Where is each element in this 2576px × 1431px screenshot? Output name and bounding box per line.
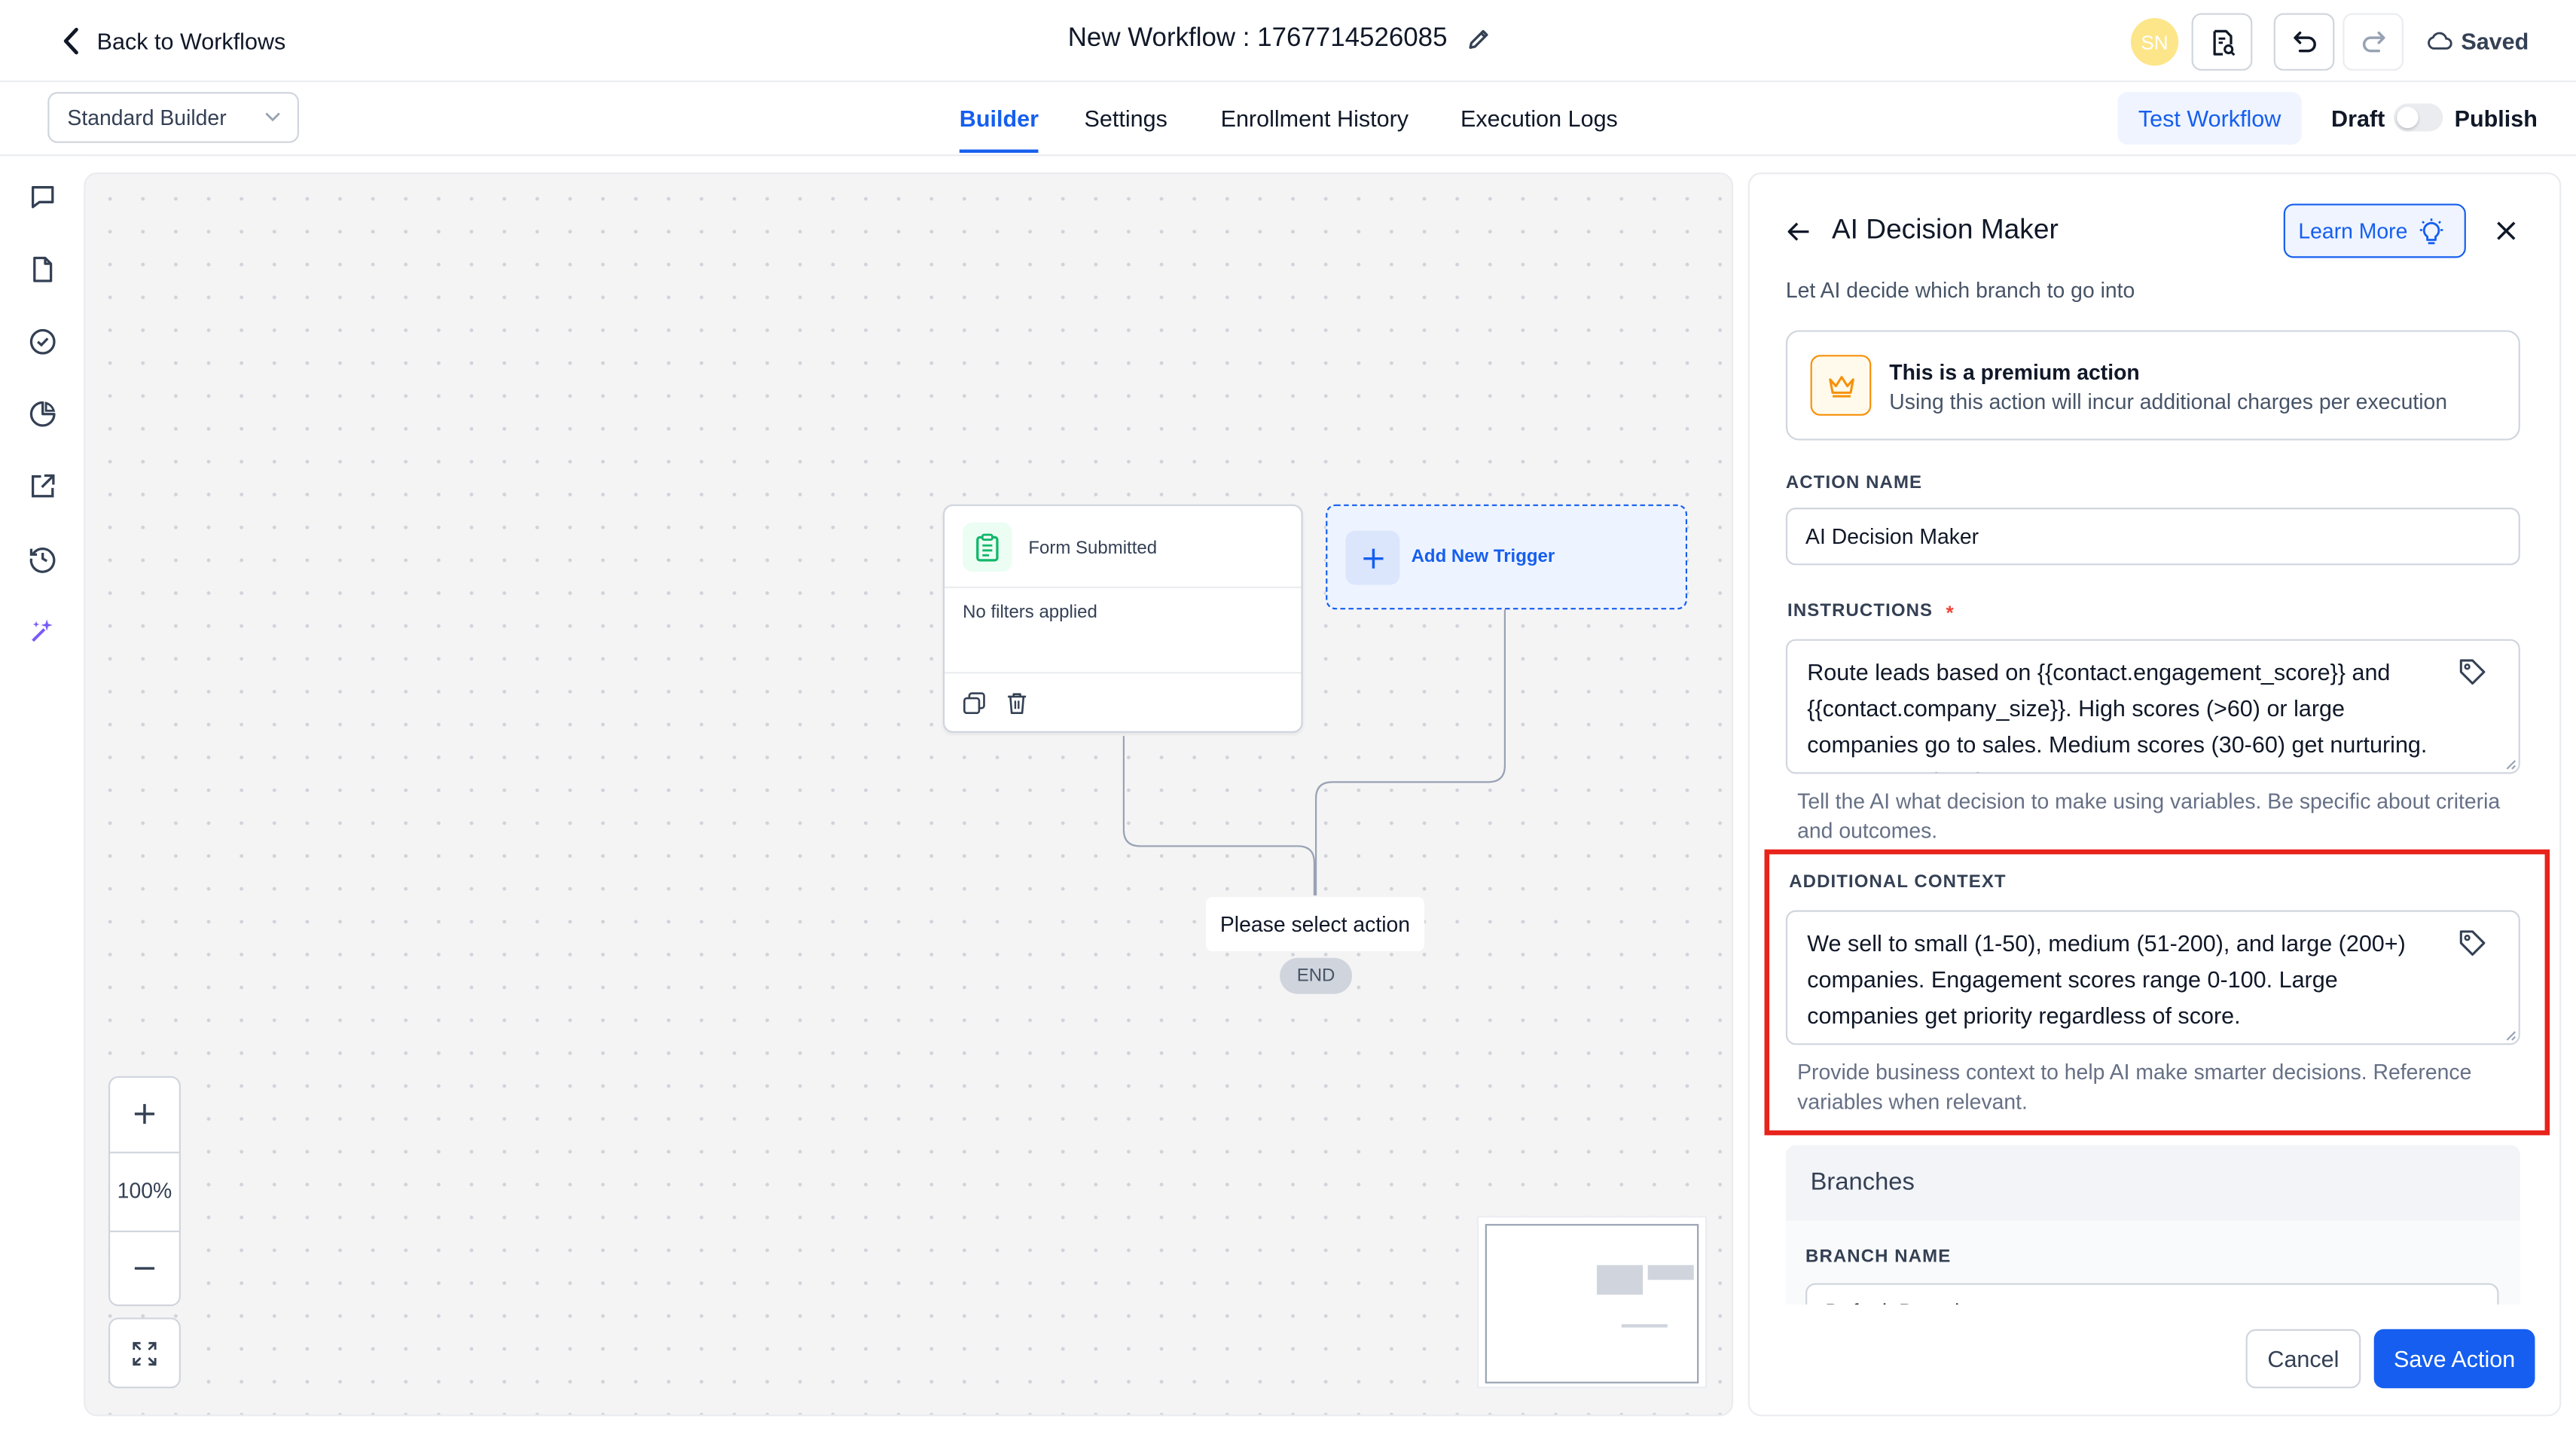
minimap-node [1597,1265,1644,1295]
arrow-left-icon[interactable] [1786,218,1812,245]
close-icon[interactable] [2495,220,2516,241]
save-action-button[interactable]: Save Action [2373,1329,2535,1389]
trigger-node-title: Form Submitted [1028,539,1158,559]
copy-icon[interactable] [963,691,986,715]
minimap-node [1647,1265,1694,1280]
tag-icon[interactable] [2458,658,2487,687]
instructions-hint: Tell the AI what decision to make using … [1797,789,2501,844]
select-action-label: Please select action [1219,911,1411,937]
test-workflow-label: Test Workflow [2138,105,2281,132]
test-workflow-button[interactable]: Test Workflow [2117,92,2302,145]
minimap-node [1621,1324,1668,1328]
lightbulb-icon [2417,216,2446,246]
trigger-node-form-submitted[interactable]: Form Submitted No filters applied [942,504,1303,733]
plus-icon [133,1103,157,1126]
branches-title: Branches [1810,1167,1915,1197]
panel-title: AI Decision Maker [1831,213,2059,246]
saved-status: Saved [2427,25,2529,58]
cancel-button[interactable]: Cancel [2245,1329,2361,1389]
instructions-value: Route leads based on {{contact.engagemen… [1807,658,2428,773]
publish-toggle[interactable] [2393,103,2443,132]
resize-handle-icon[interactable] [2505,759,2516,770]
redo-icon [2358,27,2388,56]
trash-icon[interactable] [1006,691,1029,715]
premium-subtitle: Using this action will incur additional … [1889,389,2448,414]
cancel-label: Cancel [2267,1345,2339,1372]
document-search-icon [2207,27,2236,56]
end-label: END [1296,966,1335,986]
end-badge: END [1280,957,1353,994]
branch-name-label: BRANCH NAME [1805,1246,1952,1267]
instructions-label: INSTRUCTIONS [1787,601,1934,621]
saved-label: Saved [2461,28,2529,54]
trigger-node-filters: No filters applied [963,603,1097,623]
instructions-textarea[interactable]: Route leads based on {{contact.engagemen… [1785,639,2520,774]
zoom-in-button[interactable] [110,1078,179,1150]
required-marker: * [1946,601,1954,624]
zoom-out-button[interactable] [110,1232,179,1304]
fullscreen-icon [131,1340,157,1366]
workflow-notes-button[interactable] [2191,13,2253,71]
save-action-label: Save Action [2393,1345,2516,1372]
highlight-annotation-box [1764,849,2550,1136]
form-icon [963,522,1012,572]
connector-lines [1122,609,1506,896]
redo-button[interactable] [2343,13,2404,71]
draft-label: Draft [2331,105,2385,132]
action-config-panel: AI Decision Maker Learn More Let AI deci… [1747,172,2562,1417]
learn-more-label: Learn More [2298,218,2408,243]
divider [110,1152,179,1154]
panel-description: Let AI decide which branch to go into [1785,277,2135,303]
add-new-trigger-label: Add New Trigger [1411,547,1555,567]
toggle-knob [2397,106,2419,129]
premium-title: This is a premium action [1889,359,2140,385]
zoom-level: 100% [117,1178,172,1203]
publish-label: Publish [2454,105,2538,132]
learn-more-button[interactable]: Learn More [2283,203,2466,258]
divider [945,586,1302,588]
action-name-input[interactable] [1785,508,2520,566]
avatar[interactable]: SN [2130,17,2179,66]
undo-icon [2289,27,2318,56]
plus-icon [1345,530,1400,585]
add-new-trigger-node[interactable]: Add New Trigger [1326,504,1688,610]
minimap-viewport [1485,1224,1699,1384]
zoom-controls: 100% [108,1076,181,1307]
crown-icon [1810,355,1872,416]
premium-notice-card: This is a premium action Using this acti… [1785,330,2520,441]
branches-header[interactable]: Branches [1785,1145,2520,1221]
cloud-check-icon [2427,29,2453,53]
minimap[interactable] [1476,1216,1708,1389]
avatar-initials: SN [2141,30,2169,53]
fit-view-button[interactable] [108,1317,181,1389]
action-name-label: ACTION NAME [1785,473,1923,493]
select-action-node[interactable]: Please select action [1205,897,1425,952]
divider [945,672,1302,674]
minus-icon [133,1257,157,1280]
undo-button[interactable] [2273,13,2335,71]
